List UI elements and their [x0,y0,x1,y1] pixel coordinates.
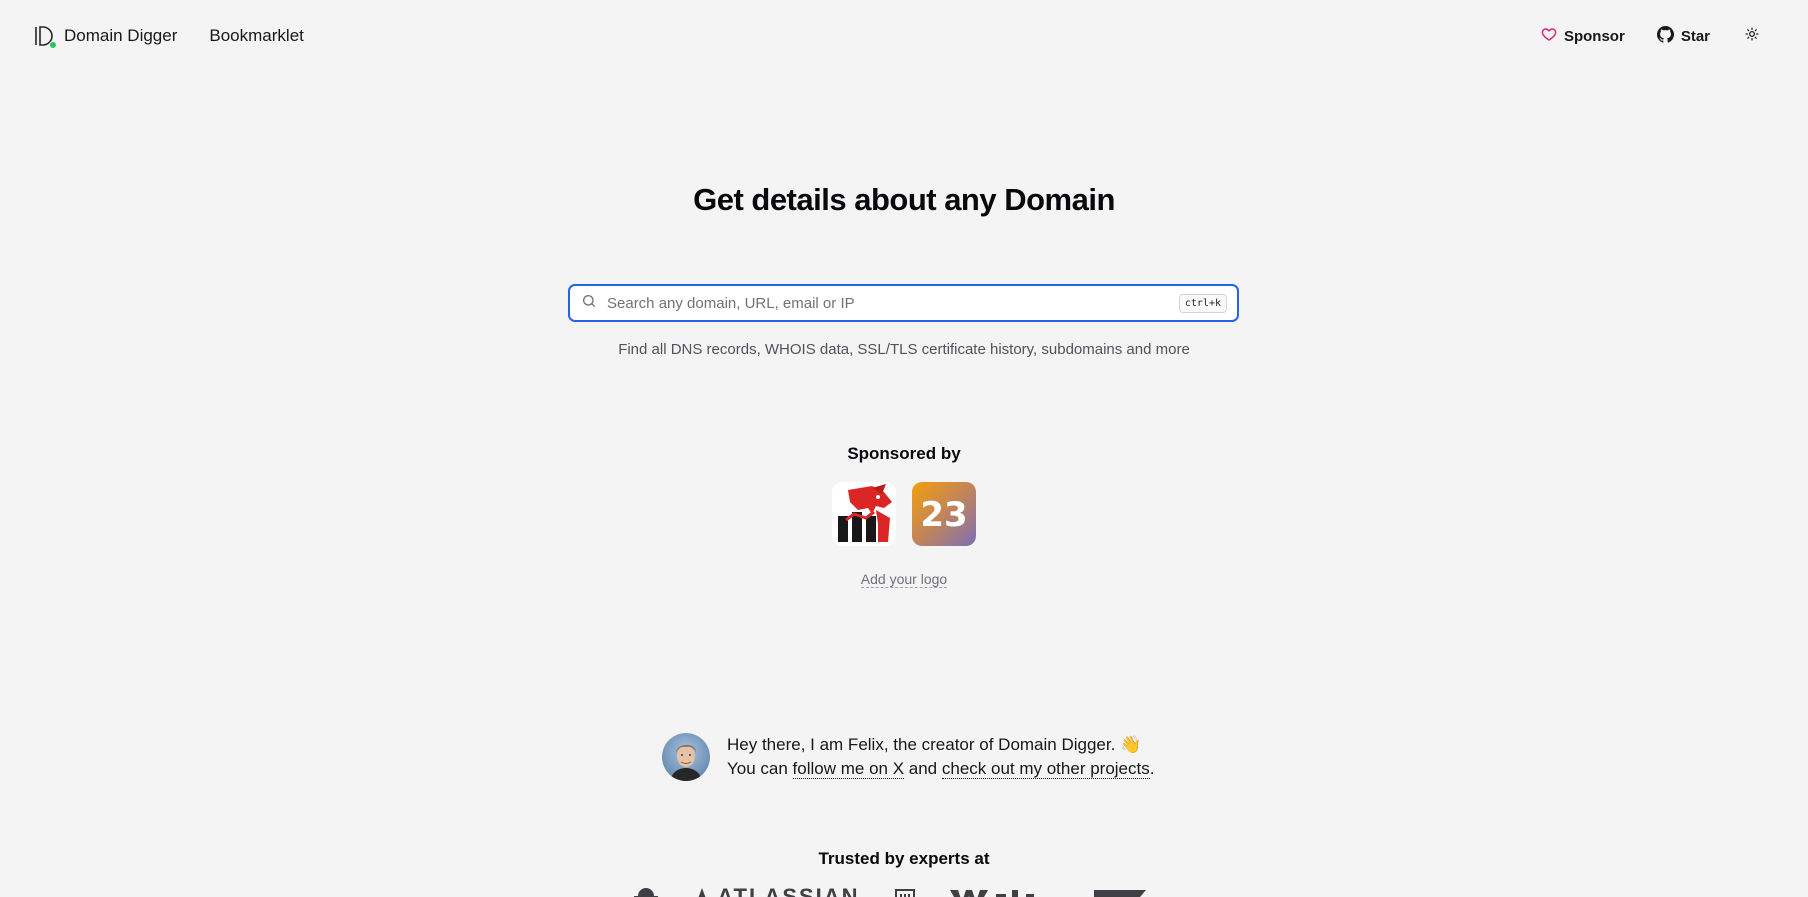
sponsor-logo-1[interactable] [832,482,896,546]
heart-icon [1541,26,1557,46]
trusted-logo-atlassian-text: ATLASSIAN [717,884,860,897]
sponsor-logo-2[interactable]: 23 [912,482,976,546]
follow-on-x-link[interactable]: follow me on X [792,759,905,779]
github-icon [1656,25,1674,47]
header-right: Sponsor Star [1541,25,1762,47]
creator-section: Hey there, I am Felix, the creator of Do… [662,733,1154,781]
svg-text:23: 23 [920,495,967,535]
nav-bookmarklet[interactable]: Bookmarklet [209,26,303,46]
add-logo-container: Add your logo [0,571,1808,588]
trusted-logo-box-icon [894,884,916,897]
search-box[interactable]: ctrl+k [568,284,1239,322]
trusted-logos: ATLASSIAN [630,884,1146,897]
sponsor-button[interactable]: Sponsor [1541,26,1625,46]
sponsored-by-heading: Sponsored by [847,444,961,463]
star-label: Star [1680,27,1710,45]
github-star-button[interactable]: Star [1656,25,1710,47]
creator-line2-prefix: You can [727,759,793,778]
creator-line2-mid: and [904,759,942,778]
site-header: Domain Digger Bookmarklet Sponsor Star [0,0,1808,72]
creator-links-line: You can follow me on X and check out my … [727,757,1154,781]
brand-name: Domain Digger [64,26,178,45]
creator-avatar [662,733,710,781]
sun-icon [1745,27,1759,46]
page-title: Get details about any Domain [693,182,1115,217]
creator-line2-suffix: . [1149,759,1155,778]
trusted-logo-cloud-icon [630,884,660,897]
trusted-by-heading: Trusted by experts at [818,849,990,868]
sponsor-label: Sponsor [1563,27,1625,45]
creator-intro: Hey there, I am Felix, the creator of Do… [727,735,1142,754]
keyboard-shortcut-hint: ctrl+k [1178,293,1227,313]
search-icon [581,293,597,314]
trusted-logo-webflow [949,884,1060,897]
trusted-logo-sap-icon [1093,884,1146,897]
theme-toggle-button[interactable] [1742,26,1762,46]
search-description: Find all DNS records, WHOIS data, SSL/TL… [618,341,1190,358]
trusted-logo-atlassian: ATLASSIAN [694,884,860,897]
brand-link[interactable]: Domain Digger [32,24,178,49]
search-input[interactable] [607,294,1179,312]
header-left: Domain Digger Bookmarklet [32,24,304,49]
sponsor-logos: 23 [832,482,976,546]
creator-message: Hey there, I am Felix, the creator of Do… [727,733,1154,781]
other-projects-link[interactable]: check out my other projects [941,759,1150,779]
domain-digger-logo-icon [32,24,57,49]
add-your-logo-link[interactable]: Add your logo [860,571,948,588]
status-dot [49,41,57,49]
